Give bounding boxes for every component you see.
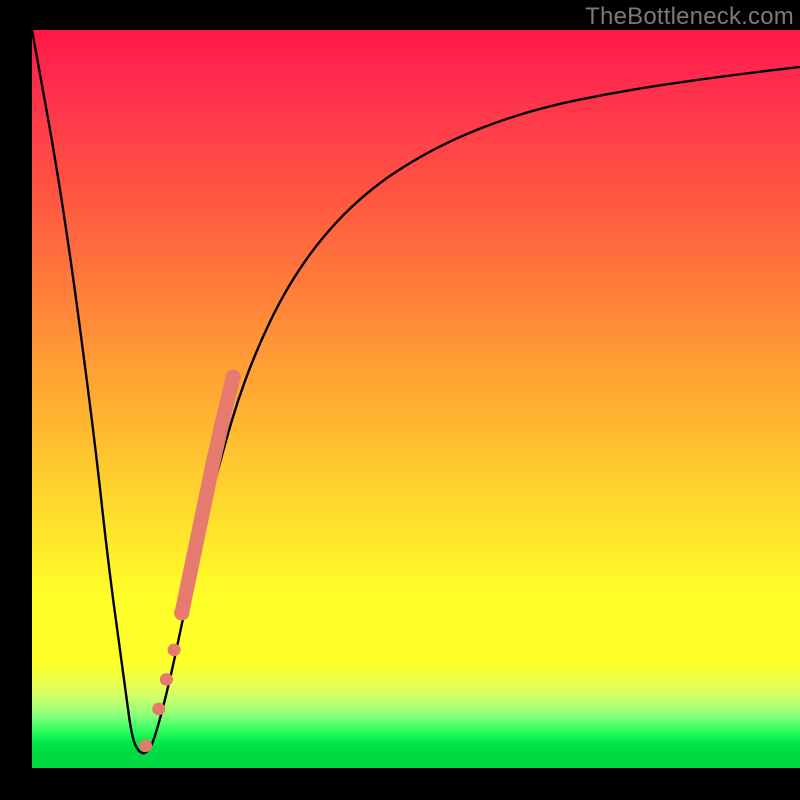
plot-area: [32, 30, 800, 768]
watermark-text: TheBottleneck.com: [585, 3, 794, 31]
curve-overlay: [32, 30, 800, 768]
bottleneck-curve: [32, 30, 800, 753]
chart-frame: TheBottleneck.com: [0, 0, 800, 800]
highlight-markers: [139, 369, 241, 752]
